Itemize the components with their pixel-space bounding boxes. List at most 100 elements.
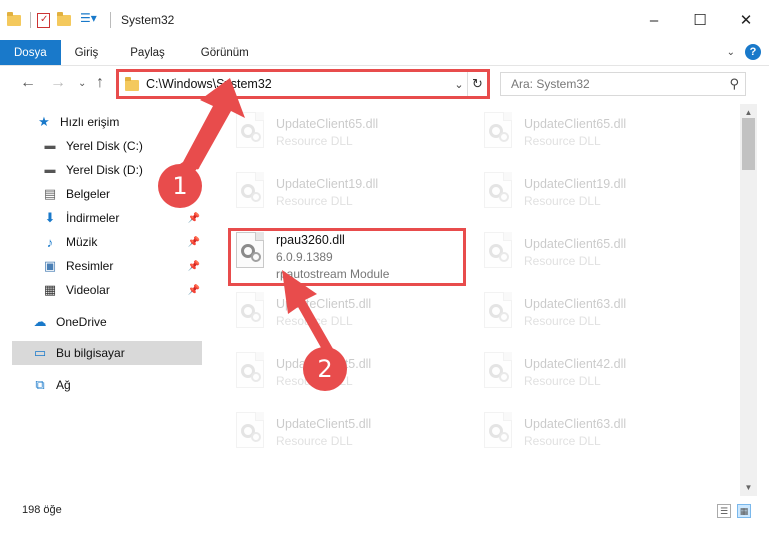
- sidebar-item-label: İndirmeler: [66, 211, 120, 225]
- pin-icon[interactable]: 📌: [188, 237, 200, 248]
- file-tile[interactable]: UpdateClient65.dll Resource DLL: [478, 230, 716, 282]
- sidebar-item-onedrive[interactable]: ☁ OneDrive: [32, 310, 206, 334]
- sidebar-item-label: Yerel Disk (D:): [66, 163, 143, 177]
- search-placeholder: Ara: System32: [511, 77, 590, 91]
- address-path[interactable]: C:\Windows\System32: [146, 77, 451, 91]
- dll-file-icon: [230, 350, 270, 394]
- dll-file-icon: [230, 290, 270, 334]
- cloud-icon: ☁: [33, 314, 47, 329]
- file-tile[interactable]: UpdateClient63.dll Resource DLL: [478, 290, 716, 342]
- expand-ribbon-icon[interactable]: ⌄: [727, 47, 735, 58]
- file-detail: Resource DLL: [276, 434, 353, 448]
- file-name: UpdateClient42.dll: [524, 357, 627, 371]
- refresh-icon[interactable]: ↻: [467, 72, 487, 96]
- address-dropdown-icon[interactable]: ⌄: [451, 78, 467, 91]
- drive-icon: ▬: [44, 164, 56, 176]
- sidebar-item-downloads[interactable]: ⬇ İndirmeler 📌: [42, 206, 206, 230]
- up-arrow-icon[interactable]: ↑: [96, 74, 104, 92]
- tab-share[interactable]: Paylaş: [112, 40, 183, 65]
- file-name: UpdateClient5.dll: [276, 417, 372, 431]
- ribbon-controls: ⌄ ?: [727, 44, 761, 60]
- file-detail: Resource DLL: [524, 194, 601, 208]
- file-tile[interactable]: UpdateClient42.dll Resource DLL: [478, 350, 716, 402]
- quick-access-toolbar: ✓ ☰▾ System32: [0, 0, 174, 40]
- sidebar-item-pictures[interactable]: ▣ Resimler 📌: [42, 254, 206, 278]
- sidebar-item-label: Videolar: [66, 283, 110, 297]
- help-button[interactable]: ?: [745, 44, 761, 60]
- search-input[interactable]: Ara: System32 ⚲: [500, 72, 746, 96]
- sidebar-item-quick-access[interactable]: ★ Hızlı erişim: [36, 110, 206, 134]
- document-icon: ▤: [43, 186, 57, 201]
- file-name: UpdateClient63.dll: [524, 417, 627, 431]
- drive-icon: ▬: [44, 140, 56, 152]
- file-tile[interactable]: UpdateClient65.dll Resource DLL: [230, 110, 468, 162]
- file-tile[interactable]: UpdateClient5.dll Resource DLL: [230, 290, 468, 342]
- sidebar-item-label: Bu bilgisayar: [56, 346, 125, 360]
- back-arrow-icon[interactable]: ←: [20, 74, 36, 92]
- file-detail: Resource DLL: [524, 134, 601, 148]
- step-badge-1: 1: [158, 164, 202, 208]
- scroll-down-icon[interactable]: ▼: [740, 479, 757, 496]
- dll-file-icon: [478, 230, 518, 274]
- dll-file-icon: [478, 110, 518, 154]
- file-detail: Resource DLL: [524, 254, 601, 268]
- tiles-view-icon[interactable]: ▦: [737, 504, 751, 518]
- music-icon: ♪: [46, 234, 54, 250]
- computer-icon: ▭: [33, 345, 47, 360]
- dll-file-icon: [230, 170, 270, 214]
- tab-view[interactable]: Görünüm: [183, 40, 267, 65]
- details-view-icon[interactable]: ☰: [717, 504, 731, 518]
- recent-locations-icon[interactable]: ⌄: [78, 78, 86, 89]
- file-name: UpdateClient5.dll: [276, 297, 372, 311]
- navigation-pane: ★ Hızlı erişim ▬ Yerel Disk (C:) ▬ Yerel…: [0, 104, 212, 496]
- minimize-button[interactable]: –: [631, 0, 677, 40]
- item-count: 198 öğe: [22, 504, 62, 516]
- file-tile[interactable]: UpdateClient65.dll Resource DLL: [478, 110, 716, 162]
- pin-icon[interactable]: 📌: [188, 285, 200, 296]
- search-icon[interactable]: ⚲: [729, 76, 739, 92]
- file-detail: Resource DLL: [276, 314, 353, 328]
- pin-icon[interactable]: 📌: [188, 213, 200, 224]
- new-folder-icon[interactable]: [56, 11, 74, 29]
- sidebar-item-label: Belgeler: [66, 187, 111, 201]
- file-detail: Resource DLL: [524, 434, 601, 448]
- dll-file-icon: [478, 410, 518, 454]
- file-name: UpdateClient65.dll: [524, 237, 627, 251]
- sidebar-item-videos[interactable]: ▦ Videolar 📌: [42, 278, 206, 302]
- divider: [30, 12, 31, 28]
- file-tile[interactable]: UpdateClient5.dll Resource DLL: [230, 410, 468, 462]
- dll-file-icon: [478, 170, 518, 214]
- forward-arrow-icon[interactable]: →: [50, 74, 66, 92]
- sidebar-item-label: Ağ: [56, 378, 71, 392]
- tab-file[interactable]: Dosya: [0, 40, 61, 65]
- window-title: System32: [121, 13, 175, 27]
- file-name: UpdateClient65.dll: [276, 117, 379, 131]
- file-detail: Resource DLL: [524, 314, 601, 328]
- file-tile[interactable]: UpdateClient5.dllResource DLL: [230, 350, 468, 402]
- sidebar-item-network[interactable]: ⧉ Ağ: [32, 373, 206, 397]
- sidebar-item-local-disk-c[interactable]: ▬ Yerel Disk (C:): [42, 134, 206, 158]
- customize-toolbar-icon[interactable]: ☰▾: [80, 11, 98, 29]
- star-icon: ★: [38, 114, 50, 129]
- file-tile[interactable]: UpdateClient19.dll Resource DLL: [230, 170, 468, 222]
- vertical-scrollbar[interactable]: ▲ ▼: [740, 104, 757, 496]
- tab-home[interactable]: Giriş: [61, 40, 113, 65]
- maximize-button[interactable]: ☐: [677, 0, 723, 40]
- address-bar[interactable]: C:\Windows\System32 ⌄ ↻: [116, 69, 490, 99]
- scroll-thumb[interactable]: [742, 118, 755, 170]
- ribbon-tabs: Dosya Giriş Paylaş Görünüm ⌄ ?: [0, 40, 769, 66]
- properties-icon[interactable]: ✓: [37, 13, 50, 28]
- close-button[interactable]: ✕: [723, 0, 769, 40]
- step-badge-2: 2: [303, 347, 347, 391]
- file-tile[interactable]: UpdateClient63.dll Resource DLL: [478, 410, 716, 462]
- file-name: UpdateClient63.dll: [524, 297, 627, 311]
- sidebar-item-this-pc[interactable]: ▭ Bu bilgisayar: [12, 341, 202, 365]
- highlight-box-file: [228, 228, 466, 286]
- sidebar-item-music[interactable]: ♪ Müzik 📌: [42, 230, 206, 254]
- view-toggles: ☰ ▦: [717, 504, 751, 518]
- pin-icon[interactable]: 📌: [188, 261, 200, 272]
- folder-icon: [124, 77, 140, 91]
- file-tile[interactable]: UpdateClient19.dll Resource DLL: [478, 170, 716, 222]
- file-list: UpdateClient65.dll Resource DLL UpdateCli…: [212, 104, 740, 496]
- download-icon: ⬇: [44, 210, 56, 225]
